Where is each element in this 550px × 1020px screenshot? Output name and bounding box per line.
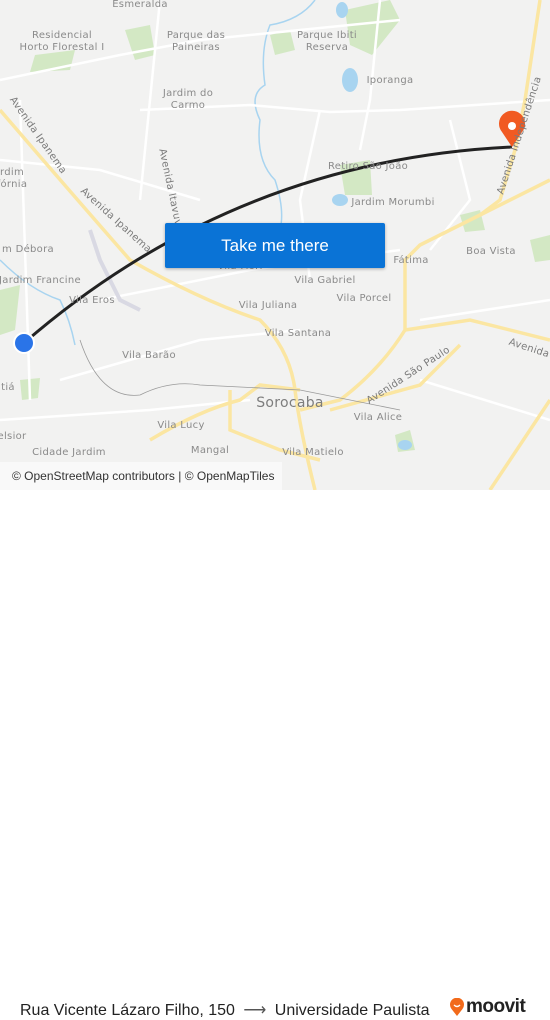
- arrow-right-icon: ⟶: [243, 1002, 267, 1019]
- map-label: Retiro São João: [327, 161, 409, 172]
- map-label: Jardim do Carmo: [162, 88, 214, 111]
- map-label: Parque das Paineiras: [166, 30, 226, 53]
- map-label: Cidade Jardim: [32, 447, 106, 458]
- map-label: Vila Lucy: [157, 420, 205, 431]
- moovit-logo[interactable]: moovit: [450, 996, 526, 1018]
- map-label: Jardim Morumbi: [351, 197, 435, 208]
- map-label: Vila Gabriel: [294, 275, 356, 286]
- take-me-there-button[interactable]: Take me there: [165, 223, 385, 268]
- moovit-pin-icon: [450, 998, 464, 1016]
- trip-summary: Rua Vicente Lázaro Filho, 150 ⟶ Universi…: [20, 1000, 430, 1020]
- map-label: Vila Matielo: [282, 447, 344, 458]
- map-label: Parque Ibiti Reserva: [296, 30, 358, 53]
- destination-name: Universidade Paulista: [274, 1002, 430, 1019]
- map-attribution[interactable]: © OpenStreetMap contributors | © OpenMap…: [0, 462, 283, 490]
- map-label: tiá: [1, 382, 15, 393]
- origin-name: Rua Vicente Lázaro Filho, 150: [20, 1002, 235, 1019]
- moovit-wordmark: moovit: [466, 996, 526, 1017]
- map-label: Jardim Francine: [0, 275, 81, 286]
- map-label: Residencial Horto Florestal I: [19, 30, 105, 53]
- map-label: Vila Alice: [353, 412, 403, 423]
- map-label: m Débora: [2, 244, 54, 255]
- origin-dot-icon[interactable]: [13, 332, 35, 354]
- map-label: Esmeralda: [112, 0, 168, 10]
- map-label: Vila Eros: [69, 295, 115, 306]
- map-label: Iporanga: [366, 75, 414, 86]
- map-label: Vila Porcel: [336, 293, 392, 304]
- map-label: elsior: [0, 431, 27, 442]
- map-label: Fátima: [393, 255, 429, 266]
- map-label: Vila Santana: [264, 328, 332, 339]
- map-label: Boa Vista: [466, 246, 516, 257]
- map-label: Vila Barão: [122, 350, 176, 361]
- map[interactable]: Esmeralda Residencial Horto Florestal I …: [0, 0, 550, 490]
- city-label: Sorocaba: [256, 395, 324, 411]
- map-label: rdim fórnia: [0, 167, 28, 190]
- streets: [0, 0, 550, 422]
- footer: Rua Vicente Lázaro Filho, 150 ⟶ Universi…: [0, 490, 550, 1019]
- map-label: Vila Juliana: [238, 300, 298, 311]
- map-label: Mangal: [190, 445, 230, 456]
